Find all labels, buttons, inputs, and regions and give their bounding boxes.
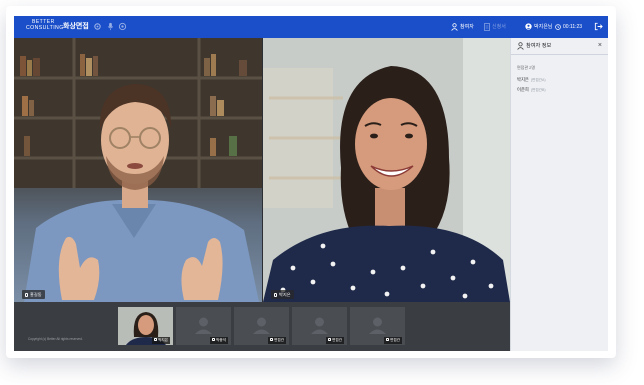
clock-icon xyxy=(555,23,561,30)
video-name-tag-right: 박지은 xyxy=(271,290,294,299)
main-video-left[interactable]: 홍길동 xyxy=(14,38,262,302)
top-bar: BETTER CONSULTING 화상면접 참여자 신청서 박지은님 00:1… xyxy=(14,16,608,38)
participant-name: 이준희 xyxy=(517,87,529,92)
thumbnail-name-tag: 면접관 xyxy=(384,337,402,344)
mic-small-icon xyxy=(154,338,157,342)
participant-info-panel: 참여자 정보 × 면접관 2명 박지은 (면접관A) 이준희 (면접관B) xyxy=(510,38,608,351)
profile-icon xyxy=(525,23,532,30)
video-feed-woman xyxy=(263,38,510,302)
thumbnail-name-tag: 면접관 xyxy=(268,337,286,344)
user-icon xyxy=(451,22,458,31)
mic-icon[interactable] xyxy=(106,22,115,31)
thumbnail-tile[interactable]: 박지은 xyxy=(118,307,173,345)
thumbnail-tile[interactable]: 박종석 xyxy=(176,307,231,345)
mic-small-icon xyxy=(386,338,389,342)
video-name-tag-left: 홍길동 xyxy=(22,290,45,299)
timer-value: 00:11:23 xyxy=(563,24,583,30)
thumbnail-tile[interactable]: 면접관 xyxy=(350,307,405,345)
participants-label: 참여자 xyxy=(460,24,474,30)
settings-icon[interactable] xyxy=(93,22,102,31)
logo-line2: CONSULTING xyxy=(26,25,64,31)
participant-row[interactable]: 이준희 (면접관B) xyxy=(517,87,546,93)
video-name-right: 박지은 xyxy=(279,292,291,297)
thumbnail-name: 면접관 xyxy=(332,338,342,342)
app-title: 화상면접 xyxy=(63,23,89,30)
exit-icon[interactable] xyxy=(594,22,603,31)
participant-role: (면접관B) xyxy=(530,88,546,92)
participant-thumbnail-bar: Copyright (c) Better All rights reserved… xyxy=(14,302,510,351)
close-icon[interactable]: × xyxy=(598,41,602,50)
user-icon xyxy=(517,42,524,50)
video-interview-app: BETTER CONSULTING 화상면접 참여자 신청서 박지은님 00:1… xyxy=(14,16,608,351)
application-form-button[interactable]: 신청서 xyxy=(484,21,506,33)
thumbnail-name-tag: 박종석 xyxy=(210,337,228,344)
mic-small-icon xyxy=(328,338,331,342)
participant-row[interactable]: 박지은 (면접관A) xyxy=(517,77,546,83)
participant-name: 박지은 xyxy=(517,77,529,82)
video-name-left: 홍길동 xyxy=(30,292,42,297)
thumbnail-name-tag: 면접관 xyxy=(326,337,344,344)
video-feed-man xyxy=(14,38,262,302)
mic-small-icon xyxy=(212,338,215,342)
thumbnail-name: 박종석 xyxy=(216,338,226,342)
current-user[interactable]: 박지은님 xyxy=(525,21,552,33)
camera-icon[interactable] xyxy=(118,22,127,31)
thumbnail-name-tag: 박지은 xyxy=(152,337,170,344)
user-name: 박지은님 xyxy=(534,24,553,30)
brand-logo[interactable]: BETTER CONSULTING xyxy=(26,19,64,35)
thumbnail-name: 면접관 xyxy=(274,338,284,342)
main-video-right[interactable]: 박지은 xyxy=(263,38,510,302)
participants-button[interactable]: 참여자 xyxy=(451,21,474,33)
application-form-label: 신청서 xyxy=(492,24,506,30)
mic-small-icon xyxy=(270,338,273,342)
thumbnail-name: 면접관 xyxy=(390,338,400,342)
participant-role: (면접관A) xyxy=(530,78,546,82)
thumbnail-name: 박지은 xyxy=(158,338,168,342)
panel-title: 참여자 정보 xyxy=(526,43,552,49)
panel-section-label: 면접관 2명 xyxy=(517,65,536,70)
thumbnail-tile[interactable]: 면접관 xyxy=(234,307,289,345)
mic-small-icon xyxy=(274,292,277,297)
document-icon xyxy=(484,22,490,31)
mic-small-icon xyxy=(25,292,28,297)
session-timer: 00:11:23 xyxy=(555,21,582,33)
panel-header: 참여자 정보 × xyxy=(511,38,608,55)
copyright-text: Copyright (c) Better All rights reserved… xyxy=(28,337,83,341)
thumbnail-tile[interactable]: 면접관 xyxy=(292,307,347,345)
